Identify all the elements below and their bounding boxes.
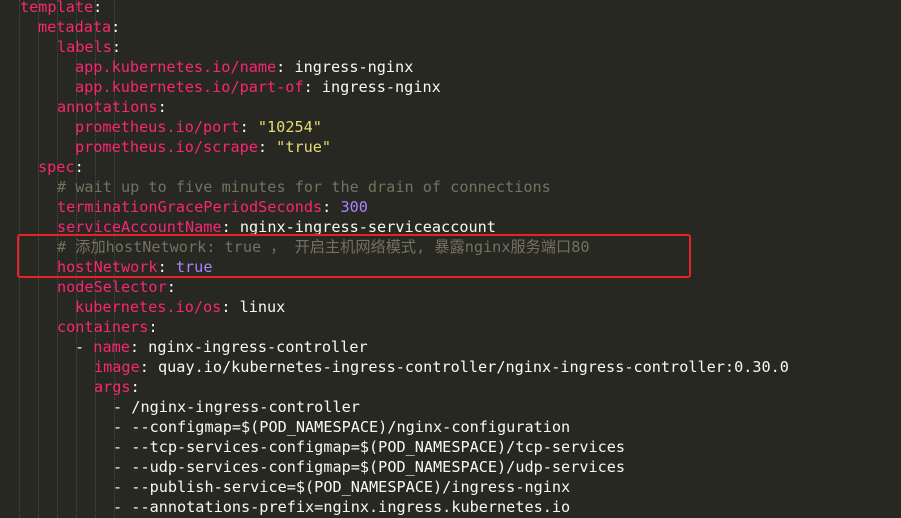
list-dash: - — [113, 418, 132, 436]
code-line: - name: nginx-ingress-controller — [75, 337, 368, 357]
list-dash: - — [113, 438, 132, 456]
code-line: - --tcp-services-configmap=$(POD_NAMESPA… — [113, 437, 625, 457]
list-dash: - — [113, 458, 132, 476]
yaml-value: nginx-ingress-controller — [148, 338, 368, 356]
yaml-key: kubernetes.io/os — [75, 298, 222, 316]
yaml-value: --annotations-prefix=nginx.ingress.kuber… — [131, 498, 571, 516]
yaml-key: image — [94, 358, 140, 376]
yaml-key: app.kubernetes.io/name — [75, 58, 277, 76]
yaml-value: nginx-ingress-serviceaccount — [239, 218, 496, 236]
yaml-key: prometheus.io/scrape — [75, 138, 258, 156]
yaml-key: serviceAccountName — [57, 218, 222, 236]
code-line: kubernetes.io/os: linux — [75, 297, 285, 317]
key-separator: : — [221, 298, 240, 316]
code-line: app.kubernetes.io/part-of: ingress-nginx — [75, 77, 441, 97]
yaml-key: labels — [57, 38, 112, 56]
code-line: - --configmap=$(POD_NAMESPACE)/nginx-con… — [113, 417, 570, 437]
yaml-value: ingress-nginx — [321, 78, 441, 96]
key-separator: : — [303, 78, 322, 96]
code-line: annotations: — [57, 97, 167, 117]
code-line: prometheus.io/port: "10254" — [75, 117, 322, 137]
yaml-value: "true" — [276, 138, 332, 156]
list-dash: - — [113, 398, 132, 416]
code-line: labels: — [57, 37, 121, 57]
key-separator: : — [148, 318, 158, 336]
code-line: # 添加hostNetwork: true ， 开启主机网络模式, 暴露ngin… — [57, 237, 590, 257]
list-dash: - — [75, 338, 94, 356]
code-line: - /nginx-ingress-controller — [113, 397, 360, 417]
key-separator: : — [276, 58, 295, 76]
yaml-value: --tcp-services-configmap=$(POD_NAMESPACE… — [131, 438, 626, 456]
yaml-value: 300 — [340, 198, 368, 216]
key-separator: : — [157, 258, 176, 276]
code-line: args: — [94, 377, 140, 397]
yaml-comment: # wait up to five minutes for the drain … — [57, 178, 551, 196]
key-separator: : — [93, 0, 103, 16]
code-line: app.kubernetes.io/name: ingress-nginx — [75, 57, 413, 77]
list-dash: - — [113, 478, 132, 496]
indent-guide — [19, 0, 20, 518]
key-separator: : — [166, 278, 176, 296]
code-line: # wait up to five minutes for the drain … — [57, 177, 551, 197]
code-line: image: quay.io/kubernetes-ingress-contro… — [94, 357, 789, 377]
yaml-value: linux — [239, 298, 286, 316]
list-dash: - — [113, 498, 132, 516]
yaml-key: terminationGracePeriodSeconds — [57, 198, 323, 216]
yaml-key: annotations — [57, 98, 158, 116]
yaml-key: spec — [38, 158, 75, 176]
yaml-value: "10254" — [257, 118, 322, 136]
yaml-value: /nginx-ingress-controller — [131, 398, 360, 416]
key-separator: : — [157, 98, 167, 116]
code-editor[interactable]: template: metadata: labels: app.kubernetes.… — [0, 0, 901, 518]
key-separator: : — [139, 358, 159, 376]
code-line: - --publish-service=$(POD_NAMESPACE)/ing… — [113, 477, 570, 497]
key-separator: : — [111, 18, 121, 36]
yaml-value: --configmap=$(POD_NAMESPACE)/nginx-confi… — [131, 418, 571, 436]
key-separator: : — [130, 378, 140, 396]
key-separator: : — [257, 138, 277, 156]
yaml-value: ingress-nginx — [294, 58, 414, 76]
yaml-value: true — [175, 258, 213, 276]
yaml-key: name — [93, 338, 130, 356]
yaml-key: containers — [57, 318, 149, 336]
code-line: serviceAccountName: nginx-ingress-servic… — [57, 217, 496, 237]
key-separator: : — [221, 218, 240, 236]
yaml-value: --udp-services-configmap=$(POD_NAMESPACE… — [131, 458, 626, 476]
code-line: terminationGracePeriodSeconds: 300 — [57, 197, 368, 217]
yaml-key: template — [20, 0, 94, 16]
key-separator: : — [322, 198, 341, 216]
code-line: containers: — [57, 317, 158, 337]
indent-guide — [38, 0, 39, 518]
key-separator: : — [74, 158, 84, 176]
code-line: hostNetwork: true — [57, 257, 212, 277]
code-line: prometheus.io/scrape: "true" — [75, 137, 331, 157]
yaml-key: nodeSelector — [57, 278, 167, 296]
yaml-key: hostNetwork — [57, 258, 158, 276]
code-line: spec: — [38, 157, 84, 177]
yaml-key: app.kubernetes.io/part-of — [75, 78, 304, 96]
code-line: nodeSelector: — [57, 277, 176, 297]
code-line: - --udp-services-configmap=$(POD_NAMESPA… — [113, 457, 625, 477]
key-separator: : — [239, 118, 258, 136]
yaml-key: prometheus.io/port — [75, 118, 240, 136]
yaml-key: metadata — [38, 18, 112, 36]
code-line: metadata: — [38, 17, 120, 37]
yaml-value: quay.io/kubernetes-ingress-controller/ng… — [158, 358, 789, 376]
yaml-value: --publish-service=$(POD_NAMESPACE)/ingre… — [131, 478, 571, 496]
yaml-key: args — [94, 378, 131, 396]
key-separator: : — [111, 38, 122, 56]
code-line: - --annotations-prefix=nginx.ingress.kub… — [113, 497, 570, 517]
key-separator: : — [129, 338, 149, 356]
code-line: template: — [20, 0, 102, 17]
yaml-comment: # 添加hostNetwork: true ， 开启主机网络模式, 暴露ngin… — [57, 238, 590, 256]
